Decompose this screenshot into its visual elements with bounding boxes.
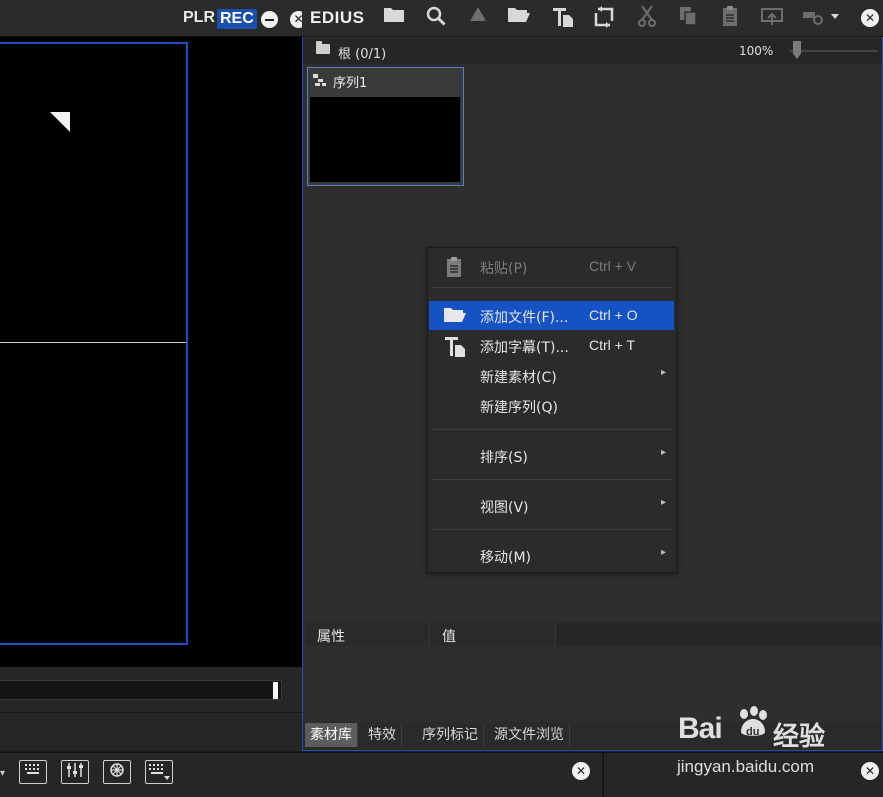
menu-separator: [432, 287, 672, 288]
menu-item-label: 粘贴(P): [480, 261, 528, 277]
menu-item-sort[interactable]: 排序(S) ▸: [429, 441, 674, 470]
corner-marker-icon: [50, 112, 70, 132]
open-folder-icon: [443, 305, 467, 327]
keyboard-icon[interactable]: [19, 760, 47, 784]
bottom-right-close-icon[interactable]: ✕: [861, 762, 879, 780]
menu-item-label: 新建素材(C): [480, 370, 557, 386]
zoom-label: 100%: [739, 44, 774, 58]
properties-value-header: 值: [442, 629, 456, 645]
paste-icon[interactable]: [717, 5, 743, 31]
submenu-arrow-icon: ▸: [661, 497, 667, 508]
menu-item-shortcut: Ctrl + O: [589, 307, 638, 323]
bottom-toolbar: [0, 752, 602, 797]
timeline-handle[interactable]: [273, 682, 278, 699]
menu-item-add-title[interactable]: 添加字幕(T)... Ctrl + T: [429, 331, 674, 360]
bin-path-label[interactable]: 根 (0/1): [338, 43, 386, 62]
menu-item-move[interactable]: 移动(M) ▸: [429, 541, 674, 570]
submenu-arrow-icon: ▸: [661, 547, 667, 558]
clip-thumbnail[interactable]: [310, 97, 460, 182]
watermark-brand: 经验: [773, 722, 826, 752]
menu-item-label: 新建序列(Q): [480, 400, 558, 416]
tab-effects[interactable]: 特效: [363, 723, 402, 747]
menu-item-label: 移动(M): [480, 550, 532, 566]
search-icon[interactable]: [423, 5, 449, 31]
properties-body: [306, 647, 882, 722]
rec-toggle[interactable]: REC: [217, 9, 257, 29]
cut-icon[interactable]: [634, 5, 660, 31]
clip-label: 序列1: [333, 76, 368, 91]
burst-icon[interactable]: [103, 760, 131, 784]
properties-attr-header: 属性: [317, 629, 345, 645]
player-timeline-slider[interactable]: [0, 680, 282, 700]
menu-item-label: 排序(S): [480, 450, 528, 466]
tab-source-browser[interactable]: 源文件浏览: [489, 723, 570, 747]
menu-item-paste[interactable]: 粘贴(P) Ctrl + V: [429, 252, 674, 281]
bottom-close-icon[interactable]: ✕: [572, 762, 590, 780]
menu-item-view[interactable]: 视图(V) ▸: [429, 491, 674, 520]
mixer-icon[interactable]: [61, 760, 89, 784]
menu-item-label: 添加文件(F)...: [480, 310, 569, 326]
title-icon[interactable]: [550, 5, 576, 31]
menu-separator: [432, 429, 672, 430]
add-dropdown-icon[interactable]: [801, 5, 841, 31]
menu-item-label: 视图(V): [480, 500, 529, 516]
paste-icon: [443, 256, 467, 278]
watermark-paw-icon: du: [734, 706, 772, 748]
sequence-icon: [312, 73, 327, 91]
menu-item-shortcut: Ctrl + T: [589, 337, 636, 353]
submenu-arrow-icon: ▸: [661, 447, 667, 458]
menu-item-new-sequence[interactable]: 新建序列(Q): [429, 391, 674, 420]
menu-separator: [432, 479, 672, 480]
submenu-arrow-icon: ▸: [661, 367, 667, 378]
folder-icon[interactable]: [381, 5, 407, 31]
dropdown-caret-icon[interactable]: ▾: [0, 768, 5, 779]
watermark-logo: Bai: [678, 712, 723, 745]
tab-sequence-markers[interactable]: 序列标记: [417, 723, 484, 747]
player-guide-line: [0, 342, 186, 343]
menu-item-add-file[interactable]: 添加文件(F)... Ctrl + O: [429, 301, 674, 330]
watermark-url: jingyan.baidu.com: [677, 757, 815, 776]
menu-item-label: 添加字幕(T)...: [480, 340, 569, 356]
svg-text:du: du: [746, 726, 759, 738]
tab-bin[interactable]: 素材库: [305, 723, 358, 747]
divider: [0, 712, 302, 713]
keyboard-dropdown-icon[interactable]: [145, 760, 173, 784]
player-frame[interactable]: [0, 42, 188, 645]
bin-close-icon[interactable]: ✕: [861, 9, 879, 27]
zoom-slider[interactable]: [790, 50, 878, 52]
menu-separator: [432, 529, 672, 530]
export-icon[interactable]: [759, 5, 785, 31]
open-folder-icon[interactable]: [506, 5, 532, 31]
minimize-icon[interactable]: [261, 11, 278, 28]
menu-item-new-clip[interactable]: 新建素材(C) ▸: [429, 361, 674, 390]
title-icon: [443, 335, 467, 357]
up-arrow-icon[interactable]: [465, 5, 491, 31]
copy-icon[interactable]: [675, 5, 701, 31]
menu-item-shortcut: Ctrl + V: [589, 258, 637, 274]
replace-icon[interactable]: [591, 5, 617, 31]
app-logo: EDIUS: [310, 8, 365, 27]
root-folder-icon: [316, 41, 330, 54]
plr-toggle[interactable]: PLR: [183, 9, 215, 27]
